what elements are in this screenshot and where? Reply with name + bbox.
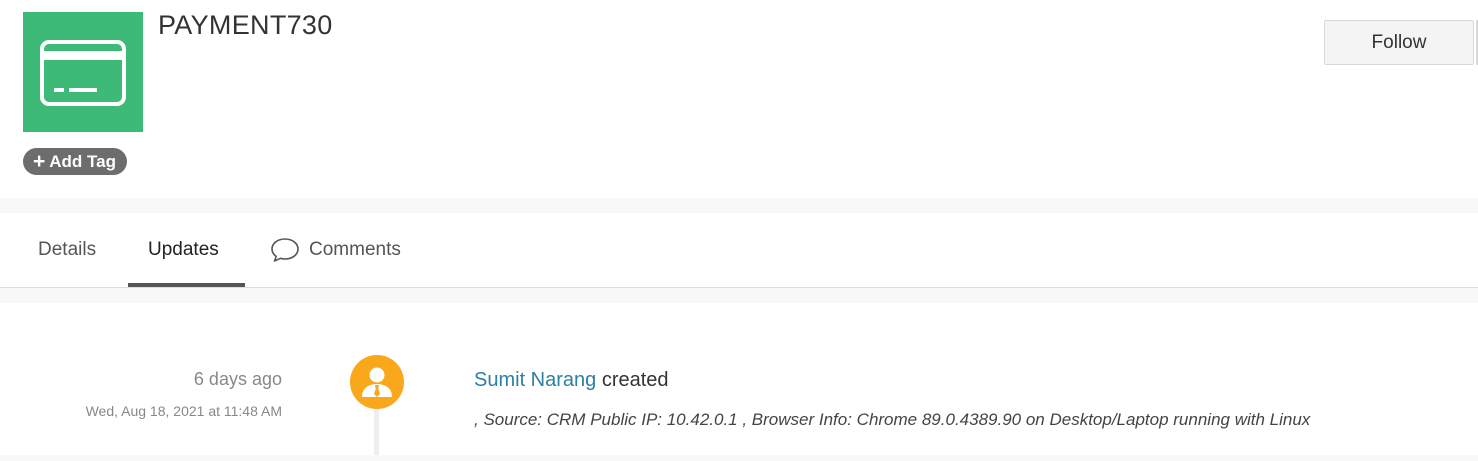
user-silhouette-icon (362, 367, 392, 397)
entry-relative-time: 6 days ago (193, 369, 282, 389)
record-header: PAYMENT730 Follow + Add Tag (0, 0, 1478, 198)
entry-user-link[interactable]: Sumit Narang (474, 369, 596, 391)
entry-title: Sumit Narang created (474, 369, 669, 392)
tab-comments[interactable]: Comments (270, 213, 401, 287)
tab-bar: Details Updates Comments (0, 213, 1478, 288)
add-tag-label: Add Tag (49, 151, 116, 171)
tab-updates[interactable]: Updates (148, 213, 219, 287)
user-avatar (350, 355, 404, 409)
card-icon (40, 40, 126, 106)
entry-details: , Source: CRM Public IP: 10.42.0.1 , Bro… (474, 410, 1311, 429)
entry-timestamp: Wed, Aug 18, 2021 at 11:48 AM (85, 403, 282, 419)
comment-bubble-icon (270, 237, 300, 263)
tab-comments-label: Comments (309, 239, 401, 260)
entry-action: created (601, 369, 669, 391)
record-card-icon (23, 12, 143, 132)
active-tab-indicator (128, 283, 245, 287)
tab-updates-label: Updates (148, 239, 219, 260)
record-title: PAYMENT730 (158, 10, 333, 40)
plus-icon: + (33, 150, 46, 173)
updates-feed: 6 days ago Wed, Aug 18, 2021 at 11:48 AM… (0, 303, 1478, 455)
follow-button[interactable]: Follow (1324, 20, 1474, 65)
add-tag-button[interactable]: + Add Tag (23, 148, 127, 175)
tab-details[interactable]: Details (38, 213, 96, 287)
timeline-connector (374, 403, 379, 455)
tab-details-label: Details (38, 239, 97, 260)
